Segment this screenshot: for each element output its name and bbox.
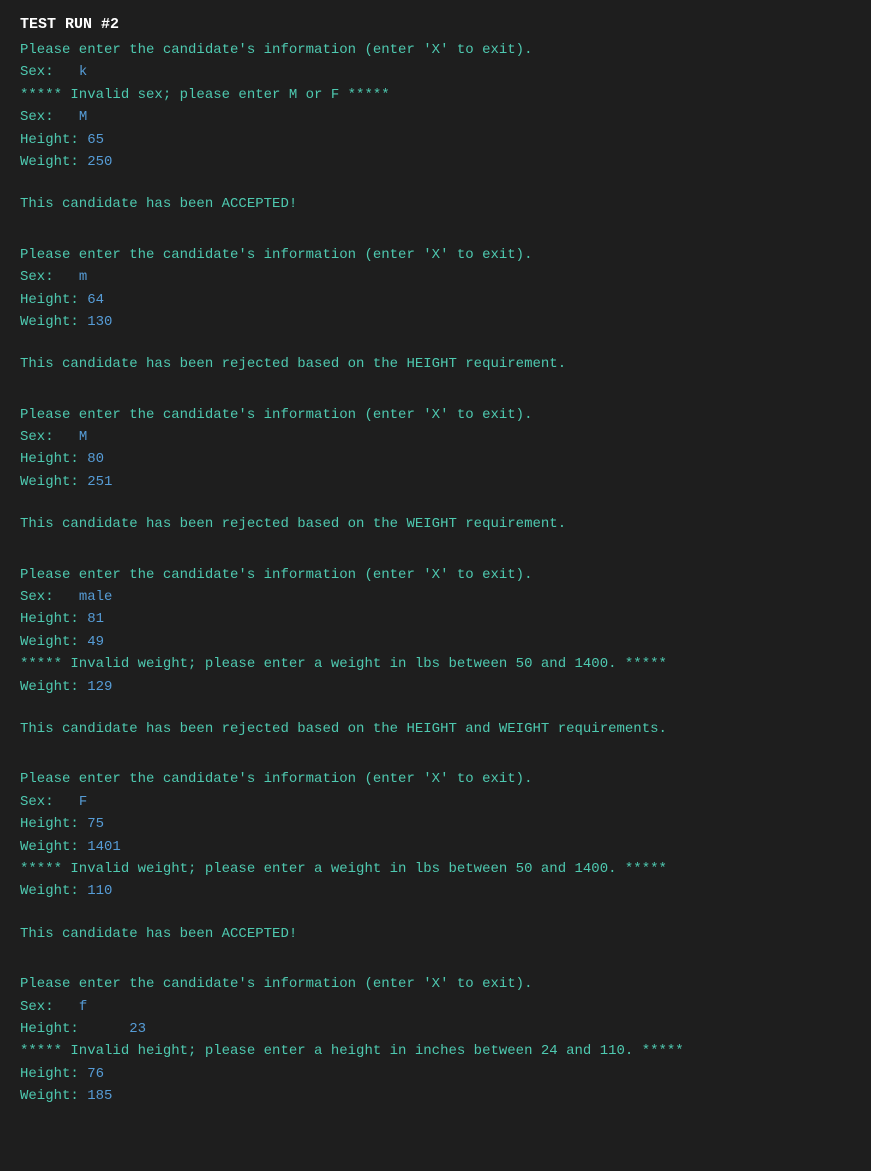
input-line-0: Sex: m [20, 266, 851, 288]
field-value: 65 [87, 132, 104, 148]
prompt-line: Please enter the candidate's information… [20, 404, 851, 426]
field-value: k [79, 64, 87, 80]
input-line-3: ***** Invalid weight; please enter a wei… [20, 653, 851, 675]
input-line-4: Weight: 185 [20, 1085, 851, 1107]
field-value: M [79, 429, 87, 445]
input-line-0: Sex: F [20, 791, 851, 813]
content-area: Please enter the candidate's information… [20, 39, 851, 1147]
field-value: 130 [87, 314, 112, 330]
prompt-line: Please enter the candidate's information… [20, 39, 851, 61]
test-block-0: Please enter the candidate's information… [20, 39, 851, 236]
field-value: 110 [87, 883, 112, 899]
field-value: m [79, 269, 87, 285]
input-line-1: Height: 64 [20, 289, 851, 311]
field-label: Height: [20, 816, 87, 832]
input-line-0: Sex: f [20, 996, 851, 1018]
result-line: This candidate has been ACCEPTED! [20, 193, 851, 215]
input-line-4: Weight: 250 [20, 151, 851, 173]
field-label: Height: [20, 1066, 87, 1082]
test-block-5: Please enter the candidate's information… [20, 973, 851, 1147]
input-line-1: ***** Invalid sex; please enter M or F *… [20, 84, 851, 106]
input-line-3: Height: 76 [20, 1063, 851, 1085]
field-label: Sex: [20, 64, 79, 80]
test-block-2: Please enter the candidate's information… [20, 404, 851, 556]
field-label: Weight: [20, 679, 87, 695]
result-line: This candidate has been ACCEPTED! [20, 923, 851, 945]
test-block-3: Please enter the candidate's information… [20, 564, 851, 761]
input-line-2: Weight: 49 [20, 631, 851, 653]
page-title: TEST RUN #2 [20, 16, 851, 33]
field-label: Weight: [20, 883, 87, 899]
input-line-0: Sex: k [20, 61, 851, 83]
field-label: Weight: [20, 1088, 87, 1104]
field-label: Weight: [20, 839, 87, 855]
field-value: 185 [87, 1088, 112, 1104]
field-value: 64 [87, 292, 104, 308]
field-value: f [79, 999, 87, 1015]
field-value: 76 [87, 1066, 104, 1082]
prompt-line: Please enter the candidate's information… [20, 244, 851, 266]
test-block-4: Please enter the candidate's information… [20, 768, 851, 965]
field-label: Sex: [20, 999, 79, 1015]
input-line-1: Height: 23 [20, 1018, 851, 1040]
result-line: This candidate has been rejected based o… [20, 718, 851, 740]
prompt-line: Please enter the candidate's information… [20, 973, 851, 995]
input-line-2: Weight: 130 [20, 311, 851, 333]
field-label: Height: [20, 611, 87, 627]
input-line-2: Sex: M [20, 106, 851, 128]
input-line-4: Weight: 110 [20, 880, 851, 902]
field-value: M [79, 109, 87, 125]
field-value: 75 [87, 816, 104, 832]
field-label: Sex: [20, 794, 79, 810]
field-value: 23 [129, 1021, 146, 1037]
field-label: Height: [20, 132, 87, 148]
field-label: Height: [20, 292, 87, 308]
input-line-2: Weight: 251 [20, 471, 851, 493]
input-line-3: ***** Invalid weight; please enter a wei… [20, 858, 851, 880]
field-value: 49 [87, 634, 104, 650]
test-block-1: Please enter the candidate's information… [20, 244, 851, 396]
field-label: Sex: [20, 109, 79, 125]
field-label: Sex: [20, 269, 79, 285]
field-label: Sex: [20, 589, 79, 605]
input-line-0: Sex: male [20, 586, 851, 608]
field-value: male [79, 589, 113, 605]
prompt-line: Please enter the candidate's information… [20, 564, 851, 586]
field-value: 80 [87, 451, 104, 467]
field-label: Weight: [20, 474, 87, 490]
field-value: 81 [87, 611, 104, 627]
input-line-1: Height: 75 [20, 813, 851, 835]
field-label: Height: [20, 451, 87, 467]
field-label: Weight: [20, 634, 87, 650]
field-label: Sex: [20, 429, 79, 445]
result-line: This candidate has been rejected based o… [20, 513, 851, 535]
prompt-line: Please enter the candidate's information… [20, 768, 851, 790]
field-value: F [79, 794, 87, 810]
input-line-3: Height: 65 [20, 129, 851, 151]
field-label: Height: [20, 1021, 129, 1037]
field-value: 1401 [87, 839, 121, 855]
field-label: Weight: [20, 154, 87, 170]
input-line-0: Sex: M [20, 426, 851, 448]
input-line-4: Weight: 129 [20, 676, 851, 698]
field-label: Weight: [20, 314, 87, 330]
field-value: 251 [87, 474, 112, 490]
input-line-2: Weight: 1401 [20, 836, 851, 858]
input-line-1: Height: 81 [20, 608, 851, 630]
input-line-2: ***** Invalid height; please enter a hei… [20, 1040, 851, 1062]
field-value: 129 [87, 679, 112, 695]
field-value: 250 [87, 154, 112, 170]
input-line-1: Height: 80 [20, 448, 851, 470]
result-line: This candidate has been rejected based o… [20, 353, 851, 375]
